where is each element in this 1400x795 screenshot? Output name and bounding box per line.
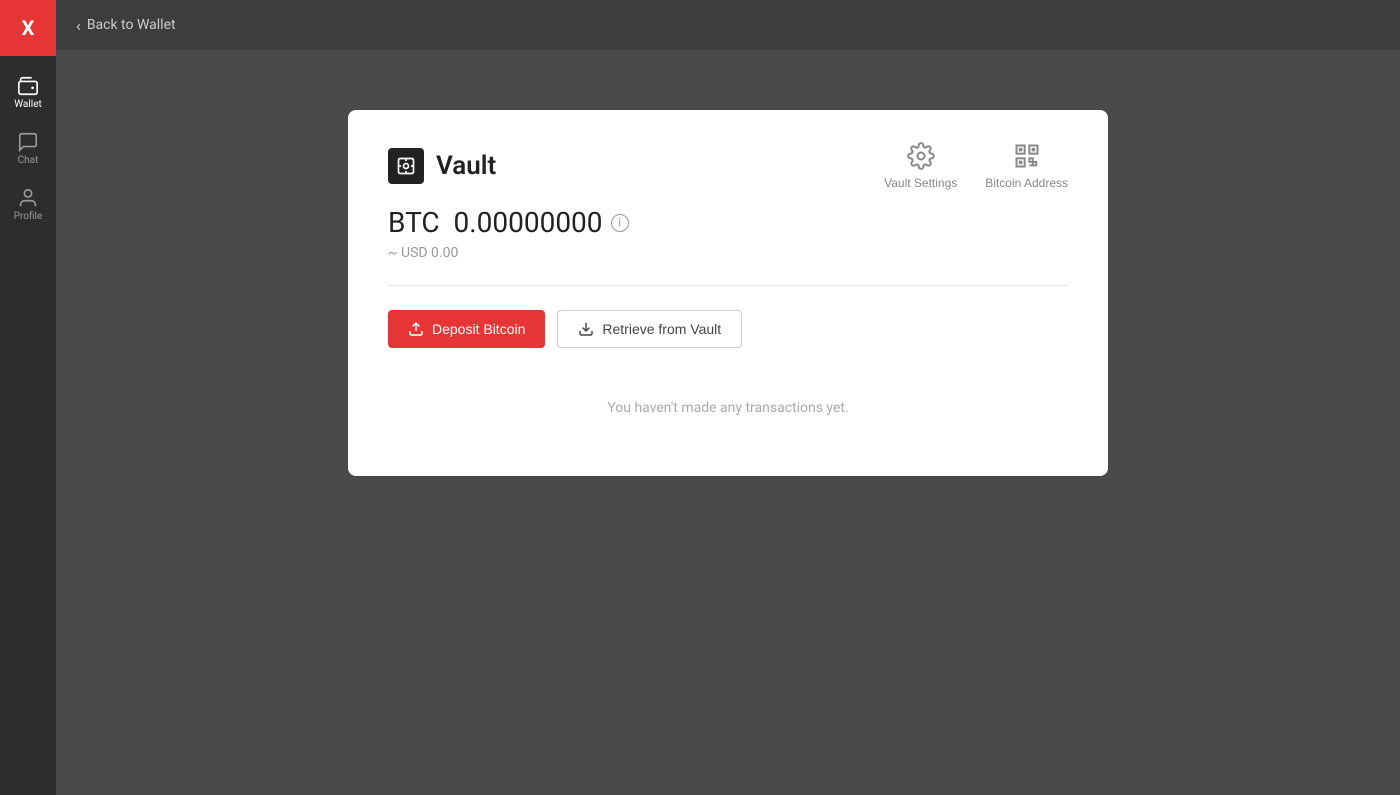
vault-settings-label: Vault Settings bbox=[884, 176, 957, 190]
chat-icon bbox=[17, 131, 39, 153]
usd-balance: ~ USD 0.00 bbox=[388, 245, 1068, 261]
deposit-icon bbox=[408, 321, 424, 337]
back-to-wallet-link[interactable]: ‹ Back to Wallet bbox=[76, 16, 176, 35]
balance-currency: BTC bbox=[388, 206, 440, 239]
sidebar: X Wallet Chat Profile bbox=[0, 0, 56, 795]
page-content: Vault Vault Settings bbox=[56, 50, 1400, 795]
settings-icon bbox=[907, 142, 935, 170]
vault-actions: Vault Settings Bitcoin Address bbox=[884, 142, 1068, 190]
empty-state-message: You haven't made any transactions yet. bbox=[388, 380, 1068, 436]
profile-icon bbox=[17, 187, 39, 209]
vault-card: Vault Vault Settings bbox=[348, 110, 1108, 476]
bitcoin-address-button[interactable]: Bitcoin Address bbox=[985, 142, 1068, 190]
balance-row: BTC 0.00000000 i bbox=[388, 206, 1068, 239]
deposit-bitcoin-button[interactable]: Deposit Bitcoin bbox=[388, 310, 545, 348]
balance-amount: BTC 0.00000000 bbox=[388, 206, 603, 239]
retrieve-icon bbox=[578, 321, 594, 337]
vault-header: Vault Vault Settings bbox=[388, 142, 1068, 190]
vault-box-icon bbox=[396, 156, 416, 176]
retrieve-from-vault-button[interactable]: Retrieve from Vault bbox=[557, 310, 742, 348]
bitcoin-address-label: Bitcoin Address bbox=[985, 176, 1068, 190]
sidebar-nav: Wallet Chat Profile bbox=[0, 56, 56, 232]
vault-icon-box bbox=[388, 148, 424, 184]
back-arrow-icon: ‹ bbox=[76, 16, 81, 35]
vault-settings-button[interactable]: Vault Settings bbox=[884, 142, 957, 190]
sidebar-item-profile[interactable]: Profile bbox=[0, 176, 56, 232]
retrieve-button-label: Retrieve from Vault bbox=[602, 321, 721, 337]
qr-icon bbox=[1013, 142, 1041, 170]
vault-title-group: Vault bbox=[388, 148, 496, 184]
balance-value: 0.00000000 bbox=[454, 206, 603, 239]
app-logo[interactable]: X bbox=[0, 0, 56, 56]
logo-icon: X bbox=[22, 16, 35, 40]
back-label: Back to Wallet bbox=[87, 17, 176, 33]
topbar: ‹ Back to Wallet bbox=[56, 0, 1400, 50]
wallet-icon bbox=[17, 75, 39, 97]
balance-info-icon[interactable]: i bbox=[611, 214, 629, 232]
vault-title: Vault bbox=[436, 151, 496, 181]
sidebar-item-wallet[interactable]: Wallet bbox=[0, 64, 56, 120]
divider bbox=[388, 285, 1068, 286]
sidebar-item-chat[interactable]: Chat bbox=[0, 120, 56, 176]
profile-label: Profile bbox=[14, 212, 43, 222]
main-content: ‹ Back to Wallet Vault bbox=[56, 0, 1400, 795]
chat-label: Chat bbox=[18, 156, 39, 166]
action-button-row: Deposit Bitcoin Retrieve from Vault bbox=[388, 310, 1068, 348]
wallet-label: Wallet bbox=[14, 100, 42, 110]
deposit-button-label: Deposit Bitcoin bbox=[432, 321, 525, 337]
